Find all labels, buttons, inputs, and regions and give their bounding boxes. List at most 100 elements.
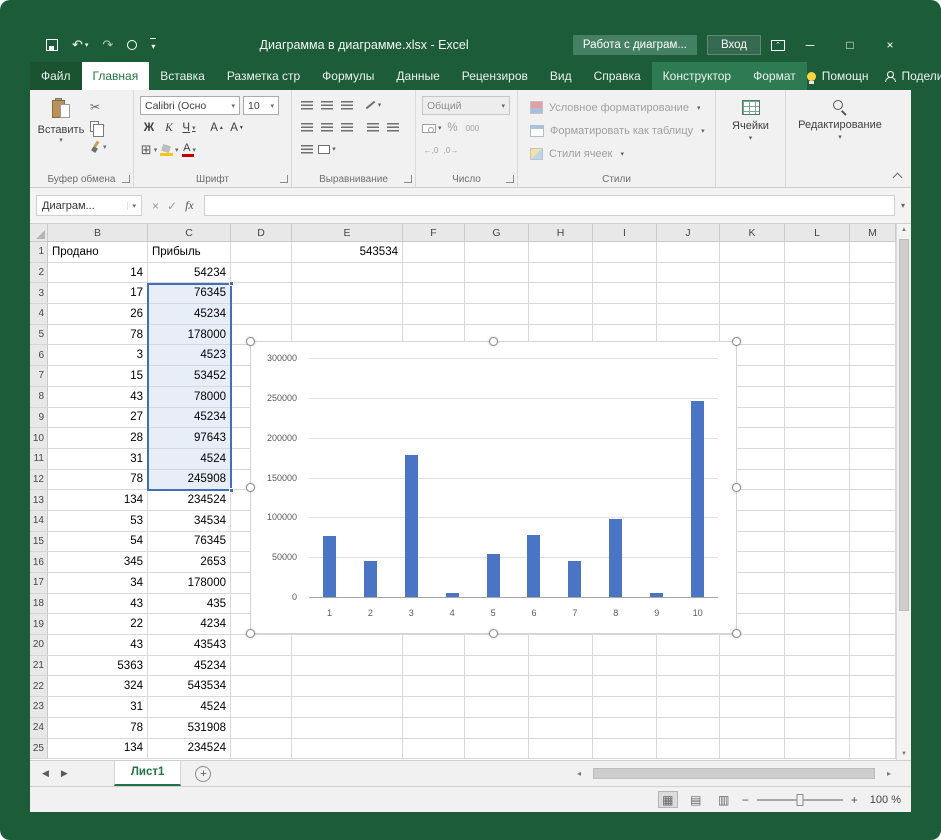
cell-K20[interactable] <box>720 635 785 656</box>
decrease-decimal-button[interactable]: ,0→ <box>442 141 460 159</box>
cell-F3[interactable] <box>403 283 465 304</box>
row-header-11[interactable]: 11 <box>30 449 48 470</box>
share-button[interactable]: Поделиться <box>901 69 941 83</box>
cell-K23[interactable] <box>720 697 785 718</box>
cell-M17[interactable] <box>850 573 896 594</box>
cell-C7[interactable]: 53452 <box>148 366 231 387</box>
wrap-text-button[interactable] <box>298 140 316 158</box>
row-header-25[interactable]: 25 <box>30 739 48 760</box>
cell-M6[interactable] <box>850 345 896 366</box>
copy-button[interactable] <box>90 118 107 135</box>
ribbon-tab[interactable]: Формулы <box>311 62 385 90</box>
cell-K21[interactable] <box>720 656 785 677</box>
tab-file[interactable]: Файл <box>30 62 82 90</box>
font-color-button[interactable]: А <box>181 141 199 159</box>
cell-H20[interactable] <box>529 635 593 656</box>
cell-K1[interactable] <box>720 242 785 263</box>
cell-L5[interactable] <box>785 325 850 346</box>
cell-L2[interactable] <box>785 263 850 284</box>
row-header-10[interactable]: 10 <box>30 428 48 449</box>
cell-F4[interactable] <box>403 304 465 325</box>
row-header-5[interactable]: 5 <box>30 325 48 346</box>
maximize-button[interactable]: □ <box>835 38 865 52</box>
italic-button[interactable]: К <box>160 119 178 137</box>
cell-C22[interactable]: 543534 <box>148 676 231 697</box>
cell-M12[interactable] <box>850 470 896 491</box>
chart-bar-8[interactable] <box>609 519 622 597</box>
cell-I23[interactable] <box>593 697 657 718</box>
column-header-l[interactable]: L <box>785 224 850 242</box>
cell-G24[interactable] <box>465 718 529 739</box>
cell-B16[interactable]: 345 <box>48 552 148 573</box>
row-header-4[interactable]: 4 <box>30 304 48 325</box>
cell-J2[interactable] <box>657 263 720 284</box>
accounting-format-button[interactable] <box>422 119 442 137</box>
cell-B8[interactable]: 43 <box>48 387 148 408</box>
column-header-j[interactable]: J <box>657 224 720 242</box>
horizontal-scrollbar[interactable]: ◂ ▸ <box>573 765 895 782</box>
cell-E20[interactable] <box>292 635 403 656</box>
cell-E4[interactable] <box>292 304 403 325</box>
cell-I2[interactable] <box>593 263 657 284</box>
cell-B12[interactable]: 78 <box>48 470 148 491</box>
cell-L17[interactable] <box>785 573 850 594</box>
cell-H3[interactable] <box>529 283 593 304</box>
cell-H23[interactable] <box>529 697 593 718</box>
cell-I25[interactable] <box>593 739 657 760</box>
cell-G20[interactable] <box>465 635 529 656</box>
chart-bar-4[interactable] <box>446 593 459 597</box>
cell-G21[interactable] <box>465 656 529 677</box>
scroll-up-icon[interactable]: ▲ <box>897 227 911 233</box>
cell-C9[interactable]: 45234 <box>148 408 231 429</box>
cell-I24[interactable] <box>593 718 657 739</box>
cell-I21[interactable] <box>593 656 657 677</box>
cell-B9[interactable]: 27 <box>48 408 148 429</box>
cell-E1[interactable]: 543534 <box>292 242 403 263</box>
undo-button[interactable]: ↶▾ <box>72 37 88 53</box>
cell-K2[interactable] <box>720 263 785 284</box>
cell-D20[interactable] <box>231 635 292 656</box>
cell-M1[interactable] <box>850 242 896 263</box>
column-header-f[interactable]: F <box>403 224 465 242</box>
cell-J3[interactable] <box>657 283 720 304</box>
format-painter-button[interactable] <box>90 138 107 155</box>
cell-E22[interactable] <box>292 676 403 697</box>
tell-me-label[interactable]: Помощн <box>822 69 869 83</box>
cell-M9[interactable] <box>850 408 896 429</box>
cell-L19[interactable] <box>785 614 850 635</box>
cell-B25[interactable]: 134 <box>48 739 148 760</box>
cell-M4[interactable] <box>850 304 896 325</box>
cell-E21[interactable] <box>292 656 403 677</box>
cell-J20[interactable] <box>657 635 720 656</box>
increase-decimal-button[interactable]: ←,0 <box>422 141 440 159</box>
chart-bar-1[interactable] <box>323 536 336 597</box>
sign-in-button[interactable]: Вход <box>707 35 761 55</box>
normal-view-button[interactable]: ▦ <box>658 791 678 808</box>
cell-J1[interactable] <box>657 242 720 263</box>
scroll-down-icon[interactable]: ▼ <box>897 751 911 757</box>
cell-D1[interactable] <box>231 242 292 263</box>
increase-indent-button[interactable] <box>384 118 402 136</box>
cell-K4[interactable] <box>720 304 785 325</box>
cell-L21[interactable] <box>785 656 850 677</box>
increase-font-size-button[interactable]: А▲ <box>208 119 226 137</box>
cell-M5[interactable] <box>850 325 896 346</box>
cell-H24[interactable] <box>529 718 593 739</box>
row-header-8[interactable]: 8 <box>30 387 48 408</box>
row-header-12[interactable]: 12 <box>30 470 48 491</box>
cell-L1[interactable] <box>785 242 850 263</box>
cell-B17[interactable]: 34 <box>48 573 148 594</box>
cell-M22[interactable] <box>850 676 896 697</box>
cell-B21[interactable]: 5363 <box>48 656 148 677</box>
font-size-select[interactable]: 10 <box>243 96 279 115</box>
cell-B18[interactable]: 43 <box>48 594 148 615</box>
touch-mode-button[interactable] <box>127 40 137 50</box>
decrease-font-size-button[interactable]: А▼ <box>228 119 246 137</box>
cell-B4[interactable]: 26 <box>48 304 148 325</box>
cell-C4[interactable]: 45234 <box>148 304 231 325</box>
cell-B3[interactable]: 17 <box>48 283 148 304</box>
redo-button[interactable]: ↷ <box>102 37 113 53</box>
dialog-launcher-icon[interactable] <box>280 175 288 183</box>
cell-B14[interactable]: 53 <box>48 511 148 532</box>
ribbon-tab[interactable]: Главная <box>82 62 150 90</box>
